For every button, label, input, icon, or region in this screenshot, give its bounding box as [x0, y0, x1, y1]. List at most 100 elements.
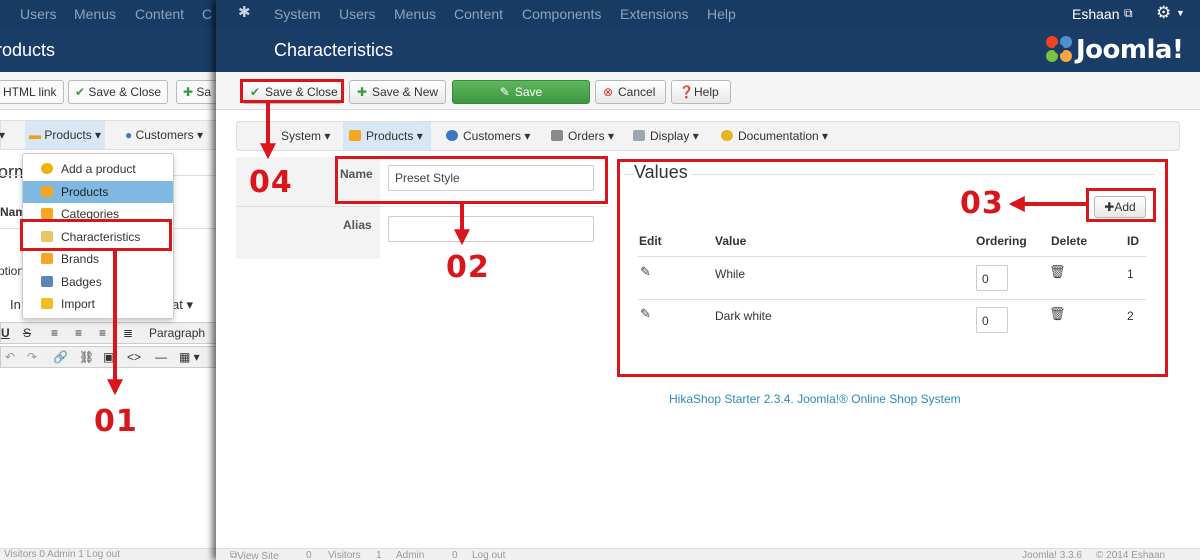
bg-html-link-button[interactable]: HTML link	[0, 80, 64, 104]
cancel-label: Cancel	[618, 85, 656, 99]
help-label: Help	[694, 85, 719, 99]
submenu-orders[interactable]: Orders ▾	[551, 122, 614, 150]
alias-label: Alias	[343, 218, 372, 232]
import-icon	[41, 298, 53, 309]
dropdown-products-label: Products	[61, 185, 109, 199]
version-text: Joomla! 3.3.6	[1022, 550, 1083, 560]
redo-icon[interactable]: ↷	[27, 350, 37, 364]
underline-icon[interactable]: U	[1, 326, 10, 340]
undo-icon[interactable]: ↶	[5, 350, 15, 364]
submenu-products[interactable]: Products ▾	[343, 122, 431, 150]
toolbar: ✔ Save & Close ✚ Save & New ✎ Save ⊗ Cancel …	[216, 72, 1200, 110]
user-name-link[interactable]: Eshaan	[1072, 6, 1119, 22]
top-navbar: ✱ System Users Menus Content Components …	[216, 0, 1200, 28]
bg-status-bar: Visitors 0 Admin 1 Log out	[0, 548, 222, 560]
nav-system[interactable]: System	[274, 6, 321, 22]
logout-link[interactable]: Log out	[472, 550, 505, 560]
dropdown-brands-label: Brands	[61, 252, 100, 266]
submenu-system[interactable]: System ▾	[281, 122, 330, 150]
visitors-count-badge: 0	[306, 550, 312, 560]
dropdown-brands[interactable]: Brands	[23, 248, 173, 270]
bg-toolbar: HTML link ✔ Save & Close ✚ Sa	[0, 72, 222, 110]
edit-icon: ✎	[499, 85, 510, 99]
annotation-04: 04	[249, 165, 293, 200]
dropdown-add-product-label: Add a product	[61, 162, 136, 176]
submenu-display[interactable]: Display ▾	[633, 122, 699, 150]
bg-nav-menus[interactable]: Menus	[74, 6, 116, 22]
bg-menu-customers[interactable]: ● Customers ▾	[125, 128, 203, 142]
external-link-icon[interactable]: ⧉	[1124, 6, 1133, 21]
plus-icon: ✚	[183, 85, 197, 99]
bg-options-label: ption	[0, 264, 25, 278]
orders-icon	[551, 130, 563, 141]
align-center-icon[interactable]: ≡	[75, 326, 82, 340]
copyright-text: © 2014 Eshaan	[1096, 550, 1166, 560]
logout-count-badge: 0	[452, 550, 458, 560]
bg-format-menu[interactable]: at ▾	[172, 297, 193, 313]
divider	[380, 206, 610, 207]
dropdown-add-product[interactable]: Add a product	[23, 158, 173, 180]
save-new-button[interactable]: ✚ Save & New	[349, 80, 446, 104]
help-button[interactable]: ❓ Help	[671, 80, 731, 104]
image-icon[interactable]: ▣	[103, 350, 114, 364]
annotation-03: 03	[960, 186, 1004, 221]
users-icon: ●	[125, 128, 136, 142]
folder-icon	[41, 186, 53, 197]
title-bar: Characteristics Joomla!	[216, 28, 1200, 72]
save-new-label: Save & New	[372, 85, 439, 99]
gear-icon[interactable]: ⚙	[1156, 3, 1171, 23]
code-icon[interactable]: <>	[127, 350, 141, 364]
alias-field[interactable]	[388, 216, 594, 242]
nav-help[interactable]: Help	[707, 6, 736, 22]
annotation-01: 01	[94, 404, 138, 439]
annotation-02: 02	[446, 250, 490, 285]
unlink-icon[interactable]: ⛓	[79, 350, 94, 364]
submenu-documentation[interactable]: Documentation ▾	[721, 122, 828, 150]
bg-title-bar: roducts	[0, 28, 222, 72]
nav-users[interactable]: Users	[339, 6, 376, 22]
nav-menus[interactable]: Menus	[394, 6, 436, 22]
nav-extensions[interactable]: Extensions	[620, 6, 688, 22]
submenu-customers[interactable]: Customers ▾	[446, 122, 530, 150]
bg-insert-label[interactable]: In	[10, 297, 21, 312]
plus-icon: ✚	[357, 85, 368, 99]
joomla-menu-icon[interactable]: ✱	[238, 5, 254, 21]
justify-icon[interactable]: ≣	[123, 326, 133, 340]
bg-nav-truncated[interactable]: C	[202, 6, 212, 22]
bg-editor-toolbar-2: ↶ ↷ 🔗 ⛓ ▣ <> — ▦ ▾	[0, 346, 222, 368]
bg-save-close-button[interactable]: ✔ Save & Close	[68, 80, 169, 104]
hr-icon[interactable]: —	[155, 350, 167, 364]
strikethrough-icon[interactable]: S	[23, 326, 31, 340]
divider	[236, 206, 380, 207]
joomla-logo: Joomla!	[1044, 34, 1184, 65]
submenu-customers-label: Customers	[463, 129, 522, 143]
page-title: Characteristics	[274, 40, 394, 60]
link-icon[interactable]: 🔗	[53, 350, 68, 364]
bg-paragraph-select[interactable]: Paragraph	[149, 326, 205, 340]
hikashop-footer-link[interactable]: HikaShop Starter 2.3.4. Joomla!® Online …	[669, 392, 961, 406]
brands-icon	[41, 253, 53, 264]
bg-save-new-button[interactable]: ✚ Sa	[176, 80, 219, 104]
display-icon	[633, 130, 645, 141]
nav-components[interactable]: Components	[522, 6, 601, 22]
nav-content[interactable]: Content	[454, 6, 503, 22]
bg-menu-products[interactable]: ▬ Products ▾	[25, 121, 106, 149]
categories-icon	[41, 208, 53, 219]
table-icon[interactable]: ▦ ▾	[179, 350, 200, 364]
bg-nav-users[interactable]: Users	[20, 6, 57, 22]
align-left-icon[interactable]: ≡	[51, 326, 58, 340]
annotation-box-name	[335, 156, 608, 204]
dropdown-badges[interactable]: Badges	[23, 271, 173, 293]
admin-count-badge: 1	[376, 550, 382, 560]
dropdown-products[interactable]: Products	[23, 181, 173, 203]
bg-save-new-label: Sa	[196, 85, 212, 99]
bg-nav-content[interactable]: Content	[135, 6, 184, 22]
cancel-button[interactable]: ⊗ Cancel	[595, 80, 666, 104]
bg-save-close-label: Save & Close	[88, 85, 162, 99]
save-button[interactable]: ✎ Save	[452, 80, 590, 104]
chevron-down-icon[interactable]: ▼	[1176, 8, 1185, 18]
view-site-link[interactable]: ⧉ View Site	[230, 550, 279, 560]
dropdown-import[interactable]: Import	[23, 293, 173, 315]
bg-menu-caret[interactable]: ▾	[0, 128, 5, 142]
align-right-icon[interactable]: ≡	[99, 326, 106, 340]
